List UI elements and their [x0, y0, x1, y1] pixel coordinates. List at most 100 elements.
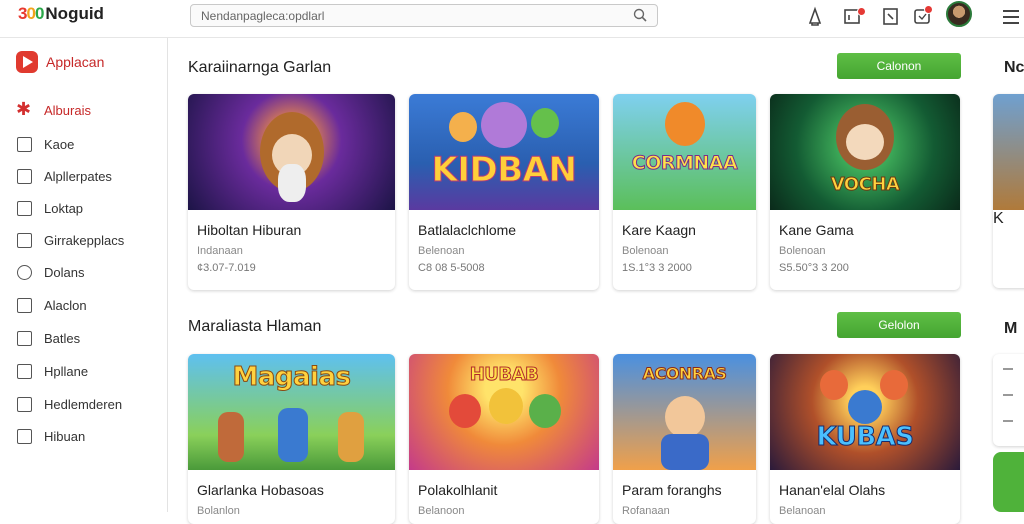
game-card-partial[interactable]: K — [993, 94, 1024, 288]
image-icon — [17, 168, 32, 184]
card-title: Polakolhlanit — [418, 482, 498, 498]
game-art-text: HUBAB — [469, 364, 539, 386]
game-thumbnail: KIDBAN — [409, 94, 599, 210]
sidebar-item-label: Batles — [44, 330, 81, 346]
sidebar-item-loktap[interactable]: Loktap — [17, 197, 83, 219]
sidebar-item-label: Alpllerpates — [44, 168, 112, 184]
game-art-text: ACONRAS — [642, 364, 727, 384]
game-card[interactable]: Magaias Glarlanka Hobasoas Bolanlon — [188, 354, 395, 524]
sidebar-brand[interactable]: Applacan — [16, 51, 104, 73]
menu-icon[interactable] — [1000, 6, 1022, 28]
card-subtitle: Rofanaan — [622, 505, 670, 517]
bell-icon[interactable] — [804, 6, 826, 28]
game-thumbnail — [993, 94, 1024, 210]
game-art-text: VOCHA — [830, 174, 900, 196]
logo-text: Noguid — [45, 4, 104, 23]
game-card-partial[interactable] — [993, 452, 1024, 512]
chat-icon — [17, 264, 32, 280]
card-meta: C8 08 5-5008 — [418, 262, 485, 274]
card-title: Hanan'elal Olahs — [779, 482, 886, 498]
sidebar-item-hpllane[interactable]: Hpllane — [17, 360, 88, 382]
message-badge — [924, 5, 933, 14]
sidebar-item-label: Hedlemderen — [44, 396, 123, 412]
card-subtitle: Bolanlon — [197, 505, 240, 517]
card-subtitle: Bolenoan — [622, 245, 669, 257]
search-text: Nendanpagleca:opdlarl — [201, 9, 325, 23]
grid-icon — [17, 330, 32, 346]
list-card-partial[interactable] — [993, 354, 1024, 446]
game-card[interactable]: KUBAS Hanan'elal Olahs Belanoan — [770, 354, 960, 524]
game-card[interactable]: CORMNAA Kare Kaagn Bolenoan 1S.1°3 3 200… — [613, 94, 756, 290]
avatar[interactable] — [946, 1, 972, 27]
sidebar-item-hibuan[interactable]: Hibuan — [17, 425, 85, 447]
game-art-text: KIDBAN — [431, 150, 577, 191]
card-meta: ¢3.07-7.019 — [197, 262, 256, 274]
game-thumbnail: ACONRAS — [613, 354, 756, 470]
square-icon — [17, 200, 32, 216]
play-icon — [16, 51, 38, 73]
sidebar-item-label: Loktap — [44, 200, 84, 216]
card-title-partial: K — [993, 210, 1004, 227]
logo-mark: 300 — [18, 4, 44, 23]
game-thumbnail: HUBAB — [409, 354, 599, 470]
sidebar-item-girrakepplacs[interactable]: Girrakepplacs — [17, 229, 124, 251]
book-icon — [17, 232, 32, 248]
sidebar-item-label: Alaclon — [44, 297, 87, 313]
card-meta: S5.50°3 3 200 — [779, 262, 849, 274]
sidebar-item-batles[interactable]: Batles — [17, 327, 80, 349]
search-icon[interactable] — [633, 8, 647, 22]
clipboard-icon[interactable] — [880, 6, 902, 28]
sidebar-item-label: Girrakepplacs — [44, 232, 125, 248]
sidebar-item-label: Alburais — [44, 102, 91, 118]
section-title-partial: M — [1004, 320, 1018, 337]
sidebar-item-hedlemderen[interactable]: Hedlemderen — [17, 393, 122, 415]
game-thumbnail: VOCHA — [770, 94, 960, 210]
section-more-button[interactable]: Calonon — [837, 53, 961, 79]
game-card[interactable]: KIDBAN Batlalaclchlome Belenoan C8 08 5-… — [409, 94, 599, 290]
section-more-button[interactable]: Gelolon — [837, 312, 961, 338]
section-title-partial: Nc — [1004, 59, 1024, 76]
card-subtitle: Belanoon — [418, 505, 465, 517]
sidebar-item-alburais[interactable]: Alburais — [16, 99, 91, 121]
game-art-text: Magaias — [232, 362, 352, 393]
top-bar: 300 Noguid Nendanpagleca:opdlarl — [0, 0, 1024, 38]
game-art-text: CORMNAA — [631, 152, 738, 175]
card-title: Kane Gama — [779, 222, 854, 238]
card-meta: 1S.1°3 3 2000 — [622, 262, 692, 274]
sidebar-item-label: Dolans — [44, 264, 85, 280]
sidebar-item-label: Kaoe — [44, 136, 75, 152]
inbox-badge — [857, 7, 866, 16]
doc-icon — [17, 428, 32, 444]
card-subtitle: Belenoan — [418, 245, 465, 257]
sidebar-item-kaoe[interactable]: Kaoe — [17, 133, 74, 155]
card-subtitle: Bolenoan — [779, 245, 826, 257]
sidebar-item-label: Hibuan — [44, 428, 86, 444]
game-thumbnail: Magaias — [188, 354, 395, 470]
bag-icon — [17, 136, 32, 152]
section-title: Karaiinarnga Garlan — [188, 59, 332, 76]
game-card[interactable]: VOCHA Kane Gama Bolenoan S5.50°3 3 200 — [770, 94, 960, 290]
sidebar-item-alaclon[interactable]: Alaclon — [17, 294, 87, 316]
sidebar: Applacan Alburais Kaoe Alpllerpates Lokt… — [0, 38, 168, 512]
game-art-text: KUBAS — [816, 422, 914, 453]
game-card[interactable]: ACONRAS Param foranghs Rofanaan — [613, 354, 756, 524]
card-title: Kare Kaagn — [622, 222, 696, 238]
game-thumbnail — [188, 94, 395, 210]
sidebar-item-label: Hpllane — [44, 363, 89, 379]
home-icon — [17, 363, 32, 379]
card-title: Param foranghs — [622, 482, 722, 498]
game-card[interactable]: Hiboltan Hiburan Indanaan ¢3.07-7.019 — [188, 94, 395, 290]
sidebar-brand-label: Applacan — [46, 54, 105, 70]
app-logo[interactable]: 300 Noguid — [18, 4, 104, 24]
card-subtitle: Belanoan — [779, 505, 826, 517]
game-thumbnail: KUBAS — [770, 354, 960, 470]
sidebar-item-dolans[interactable]: Dolans — [17, 261, 84, 283]
list-icon — [17, 396, 32, 412]
search-input[interactable]: Nendanpagleca:opdlarl — [190, 4, 658, 27]
game-card[interactable]: HUBAB Polakolhlanit Belanoon — [409, 354, 599, 524]
sidebar-item-alpllerpates[interactable]: Alpllerpates — [17, 165, 112, 187]
game-thumbnail: CORMNAA — [613, 94, 756, 210]
card-title: Glarlanka Hobasoas — [197, 482, 324, 498]
section-title: Maraliasta Hlaman — [188, 318, 322, 335]
shield-icon — [17, 297, 32, 313]
